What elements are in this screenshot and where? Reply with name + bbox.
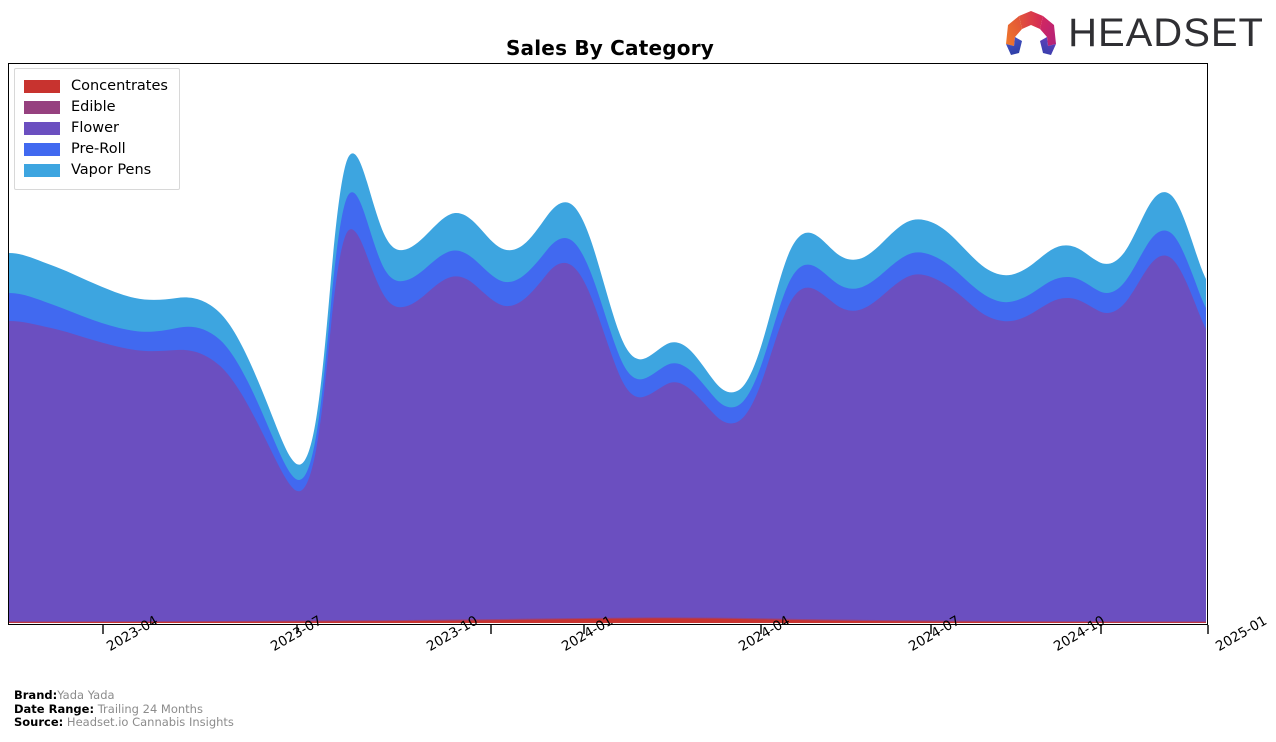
legend-item-flower[interactable]: Flower [24, 118, 168, 139]
headset-arch-logo-icon [1006, 11, 1057, 55]
footer-brand: Brand:Yada Yada [14, 688, 234, 703]
legend-label-pre-roll: Pre-Roll [71, 141, 126, 158]
legend-label-flower: Flower [71, 120, 119, 137]
chart-legend: Concentrates Edible Flower Pre-Roll Vapo… [14, 68, 180, 190]
footer-date-key: Date Range: [14, 701, 95, 716]
stacked-area-chart [9, 153, 1206, 623]
legend-item-vapor-pens[interactable]: Vapor Pens [24, 160, 168, 181]
legend-item-edible[interactable]: Edible [24, 97, 168, 118]
footer-brand-key: Brand: [14, 688, 58, 702]
legend-swatch-edible [24, 101, 60, 114]
legend-swatch-vapor-pens [24, 164, 60, 177]
chart-plot-area [8, 63, 1208, 625]
legend-swatch-concentrates [24, 80, 60, 93]
footer-brand-value: Yada Yada [57, 688, 115, 702]
x-tick-label-7: 2025-01 [1213, 612, 1270, 655]
footer-source-value: Headset.io Cannabis Insights [66, 715, 234, 730]
logo-wordmark: HEADSET [1068, 11, 1264, 55]
brand-logo: HEADSET [1002, 8, 1264, 58]
footer-date-value: Trailing 24 Months [97, 701, 203, 716]
footer-source: Source: Headset.io Cannabis Insights [14, 715, 234, 730]
chart-footer: Brand:Yada Yada Date Range: Trailing 24 … [14, 688, 234, 730]
legend-swatch-flower [24, 122, 60, 135]
legend-item-pre-roll[interactable]: Pre-Roll [24, 139, 168, 160]
legend-swatch-pre-roll [24, 143, 60, 156]
footer-date-range: Date Range: Trailing 24 Months [14, 701, 234, 717]
footer-source-key: Source: [14, 715, 64, 730]
legend-item-concentrates[interactable]: Concentrates [24, 76, 168, 97]
legend-label-edible: Edible [71, 99, 116, 116]
legend-label-vapor-pens: Vapor Pens [71, 162, 152, 179]
legend-label-concentrates: Concentrates [71, 78, 168, 95]
